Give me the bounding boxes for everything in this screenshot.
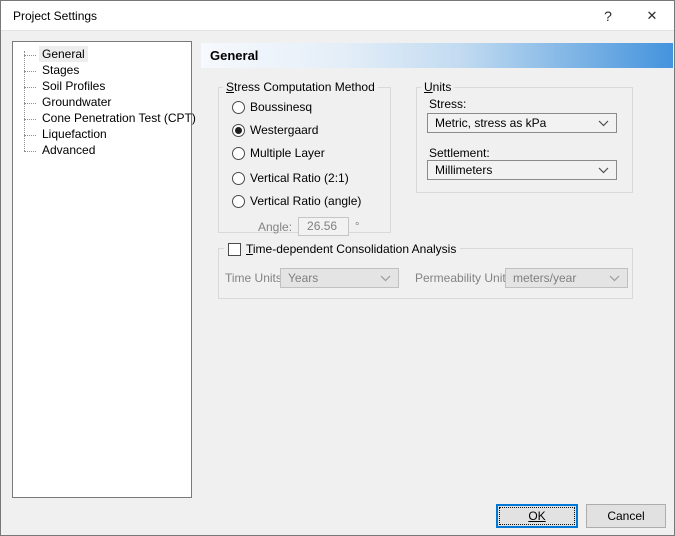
help-icon: ?	[604, 8, 612, 24]
sidebar-item-cpt[interactable]: Cone Penetration Test (CPT)	[13, 111, 191, 127]
angle-input[interactable]: 26.56	[298, 217, 349, 236]
chevron-down-icon	[598, 167, 609, 174]
chevron-down-icon	[380, 275, 391, 282]
radio-westergaard[interactable]: Westergaard	[232, 123, 390, 137]
close-icon: ✕	[647, 8, 658, 24]
settlement-units-select[interactable]: Millimeters	[427, 160, 617, 180]
ok-button[interactable]: OK	[496, 504, 578, 528]
help-button[interactable]: ?	[586, 1, 630, 30]
units-group-label: Units	[421, 80, 454, 94]
radio-button-icon	[232, 172, 245, 185]
radio-button-icon	[232, 195, 245, 208]
permeability-units-label: Permeability Units	[415, 271, 512, 285]
radio-boussinesq[interactable]: Boussinesq	[232, 100, 390, 114]
page-title: General	[201, 43, 673, 68]
radio-multiple-layer[interactable]: Multiple Layer	[232, 146, 390, 160]
time-units-label: Time Units:	[225, 271, 285, 285]
degree-symbol: °	[355, 221, 359, 233]
settings-tree: General Stages Soil Profiles Groundwater…	[13, 42, 191, 159]
settlement-units-label: Settlement:	[429, 146, 490, 160]
project-settings-dialog: Project Settings ? ✕ General Stages Soil…	[0, 0, 675, 536]
radio-button-selected-icon	[232, 124, 245, 137]
checkbox-unchecked-icon[interactable]	[228, 243, 241, 256]
chevron-down-icon	[609, 275, 620, 282]
units-group: Units Stress: Metric, stress as kPa Sett…	[416, 87, 633, 193]
time-units-select[interactable]: Years	[280, 268, 399, 288]
radio-button-icon	[232, 101, 245, 114]
stress-method-options: Boussinesq Westergaard Multiple Layer Ve…	[219, 88, 390, 236]
chevron-down-icon	[598, 120, 609, 127]
sidebar-item-advanced[interactable]: Advanced	[13, 143, 191, 159]
time-dependent-checkbox-label: Time-dependent Consolidation Analysis	[246, 242, 456, 256]
settings-tree-panel: General Stages Soil Profiles Groundwater…	[12, 41, 192, 498]
titlebar: Project Settings ? ✕	[1, 1, 674, 31]
stress-units-label: Stress:	[429, 97, 466, 111]
close-button[interactable]: ✕	[630, 1, 674, 30]
sidebar-item-general[interactable]: General	[13, 47, 191, 63]
sidebar-item-soil-profiles[interactable]: Soil Profiles	[13, 79, 191, 95]
consolidation-group: Time-dependent Consolidation Analysis Ti…	[218, 248, 633, 299]
cancel-button[interactable]: Cancel	[586, 504, 666, 528]
angle-label: Angle:	[258, 220, 292, 234]
time-dependent-checkbox-row[interactable]: Time-dependent Consolidation Analysis	[224, 241, 460, 257]
angle-row: Angle: 26.56 °	[258, 217, 390, 236]
radio-vertical-ratio-angle[interactable]: Vertical Ratio (angle)	[232, 194, 390, 208]
stress-units-select[interactable]: Metric, stress as kPa	[427, 113, 617, 133]
sidebar-item-liquefaction[interactable]: Liquefaction	[13, 127, 191, 143]
sidebar-item-stages[interactable]: Stages	[13, 63, 191, 79]
radio-button-icon	[232, 147, 245, 160]
permeability-units-select[interactable]: meters/year	[505, 268, 628, 288]
window-title: Project Settings	[1, 9, 97, 23]
stress-computation-group: Stress Computation Method Boussinesq Wes…	[218, 87, 391, 233]
sidebar-item-groundwater[interactable]: Groundwater	[13, 95, 191, 111]
radio-vertical-ratio-2-1[interactable]: Vertical Ratio (2:1)	[232, 171, 390, 185]
stress-computation-group-label: Stress Computation Method	[223, 80, 378, 94]
